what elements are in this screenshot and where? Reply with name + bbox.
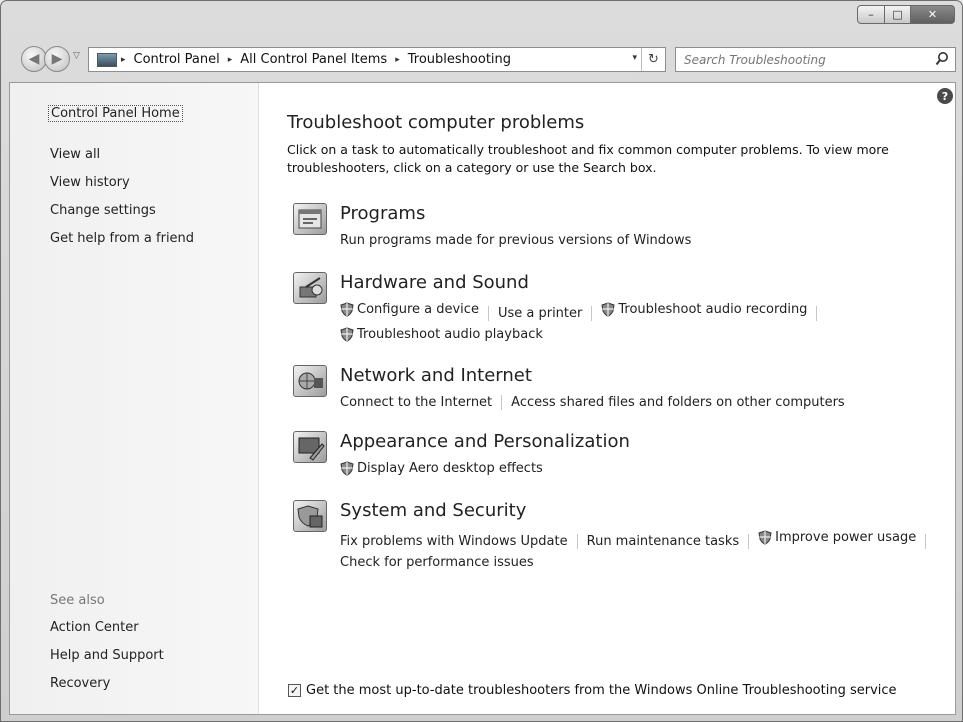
network-internet-icon[interactable] <box>293 365 327 397</box>
search-icon[interactable] <box>935 51 949 67</box>
system-and-security-category-link[interactable]: System and Security <box>340 500 526 521</box>
appearance-tasks: Display Aero desktop effects <box>340 458 940 483</box>
network-and-internet-tasks: Connect to the Internet Access shared fil… <box>340 392 940 413</box>
page-title: Troubleshoot computer problems <box>287 112 585 133</box>
address-bar[interactable]: ▸ Control Panel ▸ All Control Panel Item… <box>88 47 666 72</box>
help-icon[interactable]: ? <box>937 88 953 104</box>
link-divider <box>576 534 578 549</box>
troubleshooting-window: – □ ✕ ◀ ▶ ▽ ▸ Control Panel ▸ All Contro… <box>0 0 963 722</box>
link-divider <box>591 306 593 321</box>
category-system-and-security: System and Security Fix problems with Wi… <box>293 500 933 570</box>
help-and-support-link[interactable]: Help and Support <box>50 648 164 663</box>
hardware-and-sound-category-link[interactable]: Hardware and Sound <box>340 272 529 293</box>
troubleshoot-audio-playback-link[interactable]: Troubleshoot audio playback <box>340 324 543 345</box>
search-box[interactable] <box>675 47 956 72</box>
breadcrumb-separator[interactable]: ▸ <box>121 55 126 65</box>
content-area: Control Panel Home View all View history… <box>9 82 956 715</box>
link-divider <box>748 534 750 549</box>
appearance-category-link[interactable]: Appearance and Personalization <box>340 431 630 452</box>
recent-pages-dropdown[interactable]: ▽ <box>73 51 80 61</box>
troubleshoot-audio-playback-label: Troubleshoot audio playback <box>357 327 543 342</box>
category-hardware-and-sound: Hardware and Sound Configure a device Us… <box>293 272 933 342</box>
system-and-security-tasks: Fix problems with Windows Update Run main… <box>340 527 940 573</box>
page-description: Click on a task to automatically trouble… <box>287 142 889 175</box>
system-security-icon[interactable] <box>293 500 327 532</box>
configure-device-link[interactable]: Configure a device <box>340 299 479 320</box>
breadcrumb-all-items[interactable]: All Control Panel Items <box>240 52 387 67</box>
fix-windows-update-link[interactable]: Fix problems with Windows Update <box>340 531 568 552</box>
access-shared-files-link[interactable]: Access shared files and folders on other… <box>511 392 845 413</box>
search-input[interactable] <box>684 52 924 67</box>
hardware-sound-icon[interactable] <box>293 272 327 304</box>
back-arrow-icon: ◀ <box>28 51 40 67</box>
forward-arrow-icon: ▶ <box>51 51 63 67</box>
improve-power-usage-label: Improve power usage <box>775 530 917 545</box>
action-center-link[interactable]: Action Center <box>50 620 139 635</box>
link-divider <box>501 395 503 410</box>
category-programs: Programs Run programs made for previous … <box>293 203 933 253</box>
configure-device-label: Configure a device <box>357 302 479 317</box>
check-performance-issues-link[interactable]: Check for performance issues <box>340 552 534 573</box>
forward-button[interactable]: ▶ <box>44 46 70 72</box>
get-help-from-friend-link[interactable]: Get help from a friend <box>50 231 194 246</box>
uac-shield-icon <box>601 302 615 317</box>
appearance-icon[interactable] <box>293 431 327 463</box>
breadcrumb-separator[interactable]: ▸ <box>395 55 400 65</box>
control-panel-icon <box>97 52 117 67</box>
run-older-programs-link[interactable]: Run programs made for previous versions … <box>340 230 691 251</box>
caption-buttons: – □ ✕ <box>857 5 955 24</box>
see-also-heading: See also <box>50 593 105 608</box>
uac-shield-icon <box>340 327 354 342</box>
recovery-link[interactable]: Recovery <box>50 676 110 691</box>
left-pane: Control Panel Home View all View history… <box>10 83 259 714</box>
maximize-button[interactable]: □ <box>885 5 911 24</box>
close-button[interactable]: ✕ <box>911 5 955 24</box>
link-divider <box>487 306 489 321</box>
programs-category-link[interactable]: Programs <box>340 203 425 224</box>
improve-power-usage-link[interactable]: Improve power usage <box>758 527 916 548</box>
hardware-and-sound-tasks: Configure a device Use a printer Trouble… <box>340 299 940 349</box>
run-maintenance-tasks-link[interactable]: Run maintenance tasks <box>587 531 740 552</box>
breadcrumb-control-panel[interactable]: Control Panel <box>134 52 220 67</box>
link-divider <box>925 534 927 549</box>
programs-tasks: Run programs made for previous versions … <box>340 230 940 251</box>
view-history-link[interactable]: View history <box>50 175 130 190</box>
breadcrumb-separator[interactable]: ▸ <box>228 55 233 65</box>
navigation-bar: ◀ ▶ ▽ ▸ Control Panel ▸ All Control Pane… <box>9 44 956 74</box>
programs-icon[interactable] <box>293 203 327 235</box>
troubleshoot-audio-recording-label: Troubleshoot audio recording <box>618 302 808 317</box>
display-aero-effects-label: Display Aero desktop effects <box>357 461 543 476</box>
uac-shield-icon <box>758 530 772 545</box>
breadcrumb-troubleshooting[interactable]: Troubleshooting <box>408 52 511 67</box>
minimize-button[interactable]: – <box>857 5 885 24</box>
online-troubleshooters-checkbox[interactable]: ✓ <box>288 684 301 697</box>
category-appearance-and-personalization: Appearance and Personalization Display A… <box>293 431 933 481</box>
view-all-link[interactable]: View all <box>50 147 100 162</box>
change-settings-link[interactable]: Change settings <box>50 203 156 218</box>
online-troubleshooters-option[interactable]: ✓ Get the most up-to-date troubleshooter… <box>288 683 897 698</box>
connect-to-internet-link[interactable]: Connect to the Internet <box>340 392 492 413</box>
control-panel-home-link[interactable]: Control Panel Home <box>48 105 183 122</box>
category-network-and-internet: Network and Internet Connect to the Inte… <box>293 365 933 415</box>
network-and-internet-category-link[interactable]: Network and Internet <box>340 365 532 386</box>
uac-shield-icon <box>340 461 354 476</box>
troubleshoot-audio-recording-link[interactable]: Troubleshoot audio recording <box>601 299 807 320</box>
use-printer-link[interactable]: Use a printer <box>498 303 582 324</box>
link-divider <box>816 306 818 321</box>
main-pane: ? Troubleshoot computer problems Click o… <box>260 83 955 714</box>
uac-shield-icon <box>340 302 354 317</box>
refresh-button[interactable]: ↻ <box>641 48 665 71</box>
display-aero-effects-link[interactable]: Display Aero desktop effects <box>340 458 543 479</box>
online-troubleshooters-label: Get the most up-to-date troubleshooters … <box>306 683 897 698</box>
address-dropdown-icon[interactable]: ▾ <box>632 53 637 63</box>
